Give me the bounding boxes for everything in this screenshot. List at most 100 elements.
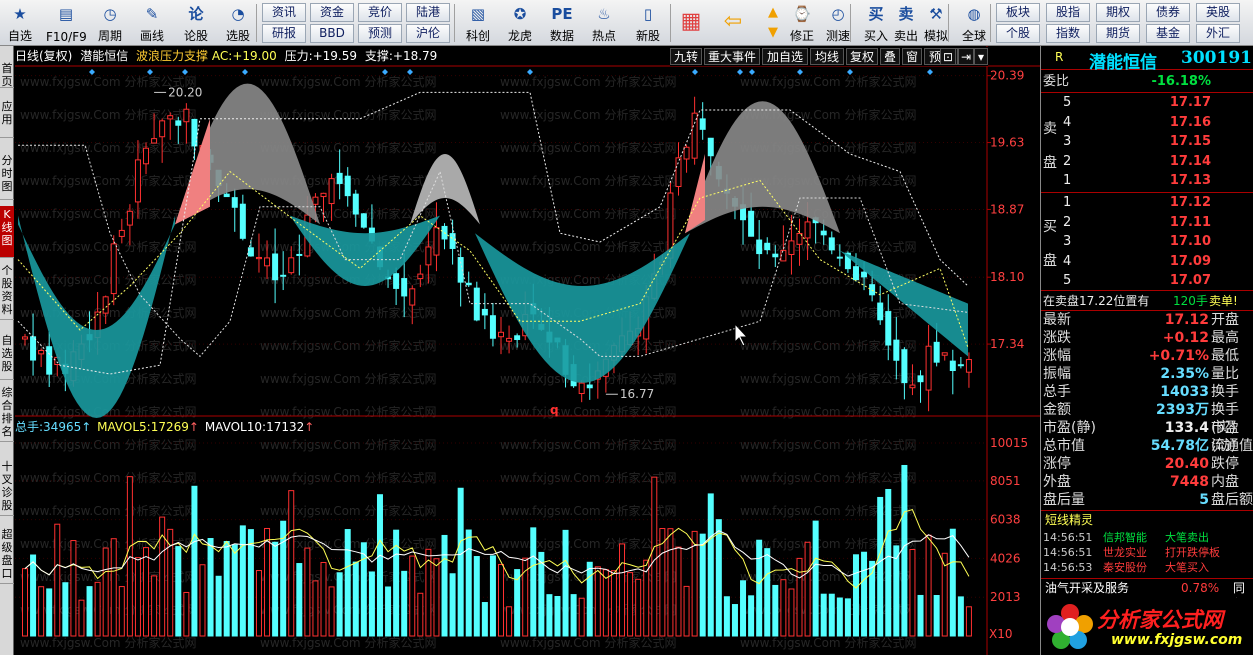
toolbar-pencil-button[interactable]: ✎ 画线: [132, 0, 172, 46]
chart-tab[interactable]: 九转: [670, 48, 702, 65]
indicator-name[interactable]: 波浪压力支撑: [136, 49, 208, 63]
toolbar-link-button[interactable]: 资讯: [262, 3, 306, 22]
chart-tab[interactable]: 均线: [810, 48, 844, 65]
chart-tab[interactable]: 重大事件: [704, 48, 760, 65]
toolbar-link-button[interactable]: 预测: [358, 24, 402, 43]
exit-icon[interactable]: ⇥: [958, 48, 974, 65]
toolbar-link-button[interactable]: 基金: [1146, 24, 1190, 43]
stat-label: 涨跌: [1043, 330, 1071, 346]
toolbar-globe-button[interactable]: ◍ 全球: [954, 0, 994, 46]
spirit-item[interactable]: 14:56:51 信邦智能 大笔卖出: [1041, 530, 1253, 545]
toolbar-link-button[interactable]: 研报: [262, 24, 306, 43]
toolbar-dragon-tiger-button[interactable]: ✪ 龙虎: [500, 0, 540, 46]
spirit-item[interactable]: 14:56:51 世龙实业 打开跌停板: [1041, 545, 1253, 560]
up-arrow-icon[interactable]: ▲: [758, 4, 788, 22]
down-arrow-icon[interactable]: ▼: [758, 24, 788, 42]
candle-body: [917, 375, 924, 383]
volume-bar: [917, 594, 924, 637]
toolbar-link-button[interactable]: 资金: [310, 3, 354, 22]
ac-value: +19.00: [232, 49, 277, 63]
toolbar-separator: [454, 4, 455, 42]
candle-body: [393, 273, 400, 289]
toolbar-link-button[interactable]: 竞价: [358, 3, 402, 22]
sell-level-row: 1 17.13: [1041, 172, 1253, 190]
watermark-text: www.fxjgsw.Com 分析家公式网: [260, 635, 436, 650]
watermark-text: www.fxjgsw.Com 分析家公式网: [260, 503, 436, 518]
toolbar-label: 论股: [183, 29, 208, 43]
chart-tab[interactable]: 窗: [902, 48, 922, 65]
toolbar-label: 新股: [635, 29, 660, 43]
toolbar-label: 模拟: [923, 29, 948, 43]
volume-bar: [804, 541, 811, 637]
toolbar-link-button[interactable]: 个股: [996, 24, 1040, 43]
period-label[interactable]: 日线(复权): [15, 49, 72, 63]
kline-chart[interactable]: www.fxjgsw.Com 分析家公式网 www.fxjgsw.Com 分析家公…: [0, 46, 1040, 655]
spirit-item[interactable]: 14:56:53 秦安股份 大笔买入: [1041, 560, 1253, 575]
pressure-cloud-edge: [685, 154, 705, 234]
toolbar-link-button[interactable]: 板块: [996, 3, 1040, 22]
volume-bar: [255, 570, 262, 637]
toolbar-simulate-button[interactable]: ⚒ 模拟: [916, 0, 956, 46]
volume-bar: [110, 538, 117, 637]
toolbar-clock-button[interactable]: ◷ 周期: [90, 0, 130, 46]
volume-bar: [949, 528, 956, 637]
watermark-text: www.fxjgsw.Com 分析家公式网: [20, 470, 196, 485]
dropdown-icon[interactable]: ▾: [974, 48, 988, 65]
toolbar-link-button[interactable]: 股指: [1046, 3, 1090, 22]
candle-body: [885, 311, 892, 346]
toolbar-link-button[interactable]: 期货: [1096, 24, 1140, 43]
sell-level: 4: [1063, 114, 1072, 130]
event-marker-icon[interactable]: [692, 69, 698, 75]
toolbar-new-stock-button[interactable]: ▯ 新股: [628, 0, 668, 46]
candle-body: [748, 210, 755, 237]
color-block-icon[interactable]: ▦: [676, 4, 706, 40]
toolbar-speed-test-button[interactable]: ◴ 测速: [818, 0, 858, 46]
buy-level: 2: [1063, 214, 1072, 230]
volume-bar: [481, 602, 488, 637]
toolbar-link-button[interactable]: 指数: [1046, 24, 1090, 43]
toolbar-star-button[interactable]: ★ 自选: [0, 0, 40, 46]
volume-tick-label: 2013: [990, 590, 1021, 604]
toolbar-select-stock-button[interactable]: ◔ 选股: [218, 0, 258, 46]
sector-row[interactable]: 油气开采及服务 0.78% 同行: [1041, 580, 1253, 611]
toolbar-link-button[interactable]: 陆港: [406, 3, 450, 22]
event-marker-icon[interactable]: [927, 69, 933, 75]
watermark-text: www.fxjgsw.Com 分析家公式网: [20, 206, 196, 221]
chart-tab[interactable]: 复权: [846, 48, 878, 65]
toolbar-link-button[interactable]: 英股: [1196, 3, 1240, 22]
price-tick-label: 18.87: [990, 202, 1024, 216]
toolbar-correct-button[interactable]: ⌚ 修正: [782, 0, 822, 46]
stat-row: 最新 17.12 开盘: [1041, 311, 1253, 329]
volume-bar: [433, 558, 440, 637]
back-arrow-icon[interactable]: ⇦: [718, 4, 748, 40]
volume-bar: [780, 579, 787, 637]
toolbar-hot-spot-button[interactable]: ♨ 热点: [584, 0, 624, 46]
candle-body: [110, 243, 117, 295]
toolbar-link-button[interactable]: 沪伦: [406, 24, 450, 43]
lock-icon[interactable]: ⊡: [940, 48, 956, 65]
stat-label: 外盘: [1043, 474, 1071, 490]
watermark-text: www.fxjgsw.Com 分析家公式网: [260, 107, 436, 122]
spirit-title[interactable]: 短线精灵: [1041, 512, 1253, 528]
toolbar-link-button[interactable]: 外汇: [1196, 24, 1240, 43]
toolbar-pe-data-button[interactable]: PE 数据: [542, 0, 582, 46]
watermark-text: www.fxjgsw.Com 分析家公式网: [500, 239, 676, 254]
volume-bar: [489, 555, 496, 637]
toolbar-link-button[interactable]: 债券: [1146, 3, 1190, 22]
volume-bar: [320, 561, 327, 637]
buy-price: 17.07: [1169, 273, 1211, 288]
toolbar-separator: [256, 4, 257, 42]
toolbar-f10-button[interactable]: ▤ F10/F9: [46, 0, 87, 46]
toolbar-sci-tech-button[interactable]: ▧ 科创: [458, 0, 498, 46]
event-marker-icon[interactable]: [242, 69, 248, 75]
volume-bar: [151, 575, 158, 637]
toolbar-link-button[interactable]: BBD: [310, 24, 354, 43]
toolbar-label: 全球: [961, 29, 986, 43]
candle-body: [38, 349, 45, 355]
toolbar-link-button[interactable]: 期权: [1096, 3, 1140, 22]
chart-tab[interactable]: 叠: [880, 48, 900, 65]
candle-body: [264, 257, 271, 267]
toolbar-discuss-button[interactable]: 论论股: [176, 0, 216, 46]
candle-body: [239, 203, 246, 239]
chart-tab[interactable]: 加自选: [762, 48, 808, 65]
